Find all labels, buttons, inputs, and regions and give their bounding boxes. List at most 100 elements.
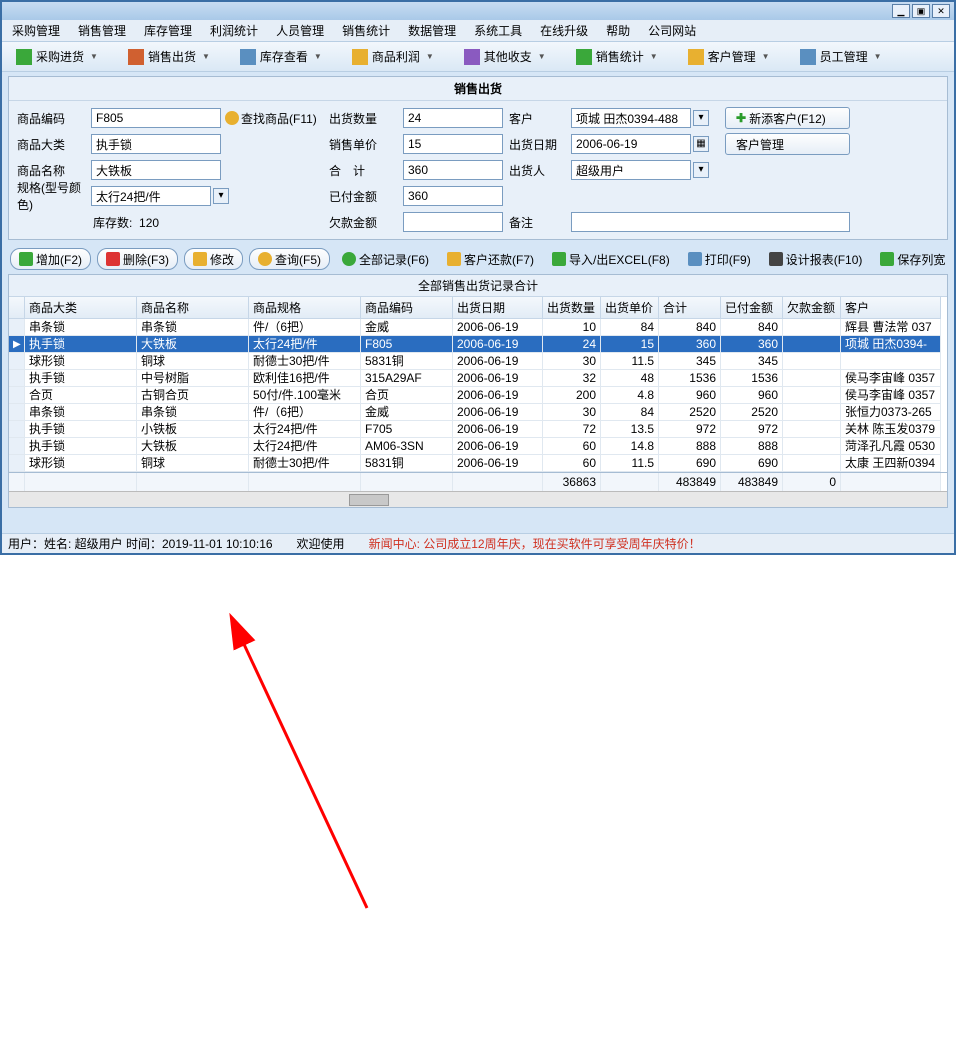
menu-item[interactable]: 公司网站 bbox=[644, 20, 700, 41]
table-cell: 合页 bbox=[25, 387, 137, 404]
toolbar-button[interactable]: 员工管理▼ bbox=[792, 46, 890, 67]
column-header[interactable]: 合计 bbox=[659, 297, 721, 319]
table-cell: 360 bbox=[659, 336, 721, 353]
customer-input[interactable] bbox=[571, 108, 691, 128]
table-cell: 345 bbox=[659, 353, 721, 370]
toolbar-button[interactable]: 商品利润▼ bbox=[344, 46, 442, 67]
price-input[interactable] bbox=[403, 134, 503, 154]
print-button[interactable]: 打印(F9) bbox=[682, 248, 757, 270]
table-row[interactable]: 串条锁串条锁件/（6把）金威2006-06-191084840840辉县 曹法常… bbox=[9, 319, 947, 336]
toolbar-button[interactable]: 销售统计▼ bbox=[568, 46, 666, 67]
all-records-button[interactable]: 全部记录(F6) bbox=[336, 248, 435, 270]
column-header[interactable]: 商品编码 bbox=[361, 297, 453, 319]
date-picker-button[interactable]: ▦ bbox=[693, 136, 709, 152]
debt-input[interactable] bbox=[403, 212, 503, 232]
query-button[interactable]: 查询(F5) bbox=[249, 248, 330, 270]
total-input[interactable] bbox=[403, 160, 503, 180]
save-columns-button[interactable]: 保存列宽 bbox=[874, 248, 951, 270]
menu-item[interactable]: 库存管理 bbox=[140, 20, 196, 41]
table-cell: 耐德士30把/件 bbox=[249, 455, 361, 472]
delete-icon bbox=[106, 252, 120, 266]
menu-item[interactable]: 在线升级 bbox=[536, 20, 592, 41]
close-button[interactable]: ✕ bbox=[932, 4, 950, 18]
menu-item[interactable]: 销售管理 bbox=[74, 20, 130, 41]
menubar: 采购管理销售管理库存管理利润统计人员管理销售统计数据管理系统工具在线升级帮助公司… bbox=[2, 20, 954, 42]
menu-item[interactable]: 利润统计 bbox=[206, 20, 262, 41]
toolbar-button[interactable]: 库存查看▼ bbox=[232, 46, 330, 67]
column-header[interactable] bbox=[9, 297, 25, 319]
table-cell: 888 bbox=[721, 438, 783, 455]
column-header[interactable]: 商品名称 bbox=[137, 297, 249, 319]
column-header[interactable]: 出货数量 bbox=[543, 297, 601, 319]
column-header[interactable]: 出货日期 bbox=[453, 297, 543, 319]
customer-dropdown-button[interactable]: ▾ bbox=[693, 110, 709, 126]
table-row[interactable]: 串条锁串条锁件/（6把）金威2006-06-19308425202520张恒力0… bbox=[9, 404, 947, 421]
column-header[interactable]: 已付金额 bbox=[721, 297, 783, 319]
table-cell: 球形锁 bbox=[25, 455, 137, 472]
edit-button[interactable]: 修改 bbox=[184, 248, 243, 270]
new-customer-button[interactable]: ✚新添客户(F12) bbox=[725, 107, 850, 129]
excel-button[interactable]: 导入/出EXCEL(F8) bbox=[546, 248, 676, 270]
code-input[interactable] bbox=[91, 108, 221, 128]
table-row[interactable]: ▶执手锁大铁板太行24把/件F8052006-06-192415360360项城… bbox=[9, 336, 947, 353]
table-cell: 件/（6把） bbox=[249, 319, 361, 336]
delete-button[interactable]: 删除(F3) bbox=[97, 248, 178, 270]
toolbar-button[interactable]: 采购进货▼ bbox=[8, 46, 106, 67]
search-product-button[interactable]: 查找商品(F11) bbox=[225, 110, 323, 127]
horizontal-scrollbar[interactable] bbox=[9, 491, 947, 507]
column-header[interactable]: 出货单价 bbox=[601, 297, 659, 319]
menu-item[interactable]: 销售统计 bbox=[338, 20, 394, 41]
toolbar-button[interactable]: 其他收支▼ bbox=[456, 46, 554, 67]
customer-mgmt-button[interactable]: 客户管理 bbox=[725, 133, 850, 155]
titlebar: ▁ ▣ ✕ bbox=[2, 2, 954, 20]
add-button[interactable]: 增加(F2) bbox=[10, 248, 91, 270]
menu-item[interactable]: 数据管理 bbox=[404, 20, 460, 41]
column-header[interactable]: 商品规格 bbox=[249, 297, 361, 319]
table-cell: 串条锁 bbox=[137, 404, 249, 421]
shipper-dropdown-button[interactable]: ▾ bbox=[693, 162, 709, 178]
scrollbar-thumb[interactable] bbox=[349, 494, 389, 506]
table-cell: 30 bbox=[543, 404, 601, 421]
shipper-input[interactable] bbox=[571, 160, 691, 180]
menu-item[interactable]: 帮助 bbox=[602, 20, 634, 41]
spec-input[interactable] bbox=[91, 186, 211, 206]
table-cell bbox=[9, 387, 25, 404]
date-input[interactable] bbox=[571, 134, 691, 154]
table-row[interactable]: 执手锁小铁板太行24把/件F7052006-06-197213.5972972关… bbox=[9, 421, 947, 438]
status-banner: 新闻中心: 公司成立12周年庆，现在买软件可享受周年庆特价！ bbox=[369, 535, 701, 552]
maximize-button[interactable]: ▣ bbox=[912, 4, 930, 18]
action-toolbar: 增加(F2) 删除(F3) 修改 查询(F5) 全部记录(F6) 客户还款(F7… bbox=[2, 244, 954, 274]
status-welcome: 欢迎使用 bbox=[297, 535, 345, 552]
column-header[interactable]: 商品大类 bbox=[25, 297, 137, 319]
toolbar-button[interactable]: 客户管理▼ bbox=[680, 46, 778, 67]
table-cell: 太康 王四新0394 bbox=[841, 455, 941, 472]
table-cell: 合页 bbox=[361, 387, 453, 404]
column-header[interactable]: 欠款金额 bbox=[783, 297, 841, 319]
qty-input[interactable] bbox=[403, 108, 503, 128]
statusbar: 用户：姓名: 超级用户 时间：2019-11-01 10:10:16 欢迎使用 … bbox=[2, 533, 954, 553]
menu-item[interactable]: 人员管理 bbox=[272, 20, 328, 41]
table-row[interactable]: 球形锁铜球耐德士30把/件5831铜2006-06-196011.5690690… bbox=[9, 455, 947, 472]
design-icon bbox=[769, 252, 783, 266]
paid-input[interactable] bbox=[403, 186, 503, 206]
menu-item[interactable]: 采购管理 bbox=[8, 20, 64, 41]
menu-item[interactable]: 系统工具 bbox=[470, 20, 526, 41]
table-cell: 辉县 曹法常 037 bbox=[841, 319, 941, 336]
chevron-down-icon: ▼ bbox=[762, 52, 770, 61]
summary-cell bbox=[841, 473, 941, 491]
table-cell bbox=[9, 370, 25, 387]
table-row[interactable]: 合页古铜合页50付/件.100毫米合页2006-06-192004.896096… bbox=[9, 387, 947, 404]
table-row[interactable]: 执手锁大铁板太行24把/件AM06-3SN2006-06-196014.8888… bbox=[9, 438, 947, 455]
table-row[interactable]: 执手锁中号树脂欧利佳16把/件315A29AF2006-06-193248153… bbox=[9, 370, 947, 387]
name-input[interactable] bbox=[91, 160, 221, 180]
table-row[interactable]: 球形锁铜球耐德士30把/件5831铜2006-06-193011.5345345 bbox=[9, 353, 947, 370]
category-input[interactable] bbox=[91, 134, 221, 154]
table-title: 全部销售出货记录合计 bbox=[9, 275, 947, 297]
spec-clear-button[interactable]: ▾ bbox=[213, 188, 229, 204]
minimize-button[interactable]: ▁ bbox=[892, 4, 910, 18]
repay-button[interactable]: 客户还款(F7) bbox=[441, 248, 540, 270]
design-button[interactable]: 设计报表(F10) bbox=[763, 248, 869, 270]
column-header[interactable]: 客户 bbox=[841, 297, 941, 319]
toolbar-button[interactable]: 销售出货▼ bbox=[120, 46, 218, 67]
remark-input[interactable] bbox=[571, 212, 850, 232]
